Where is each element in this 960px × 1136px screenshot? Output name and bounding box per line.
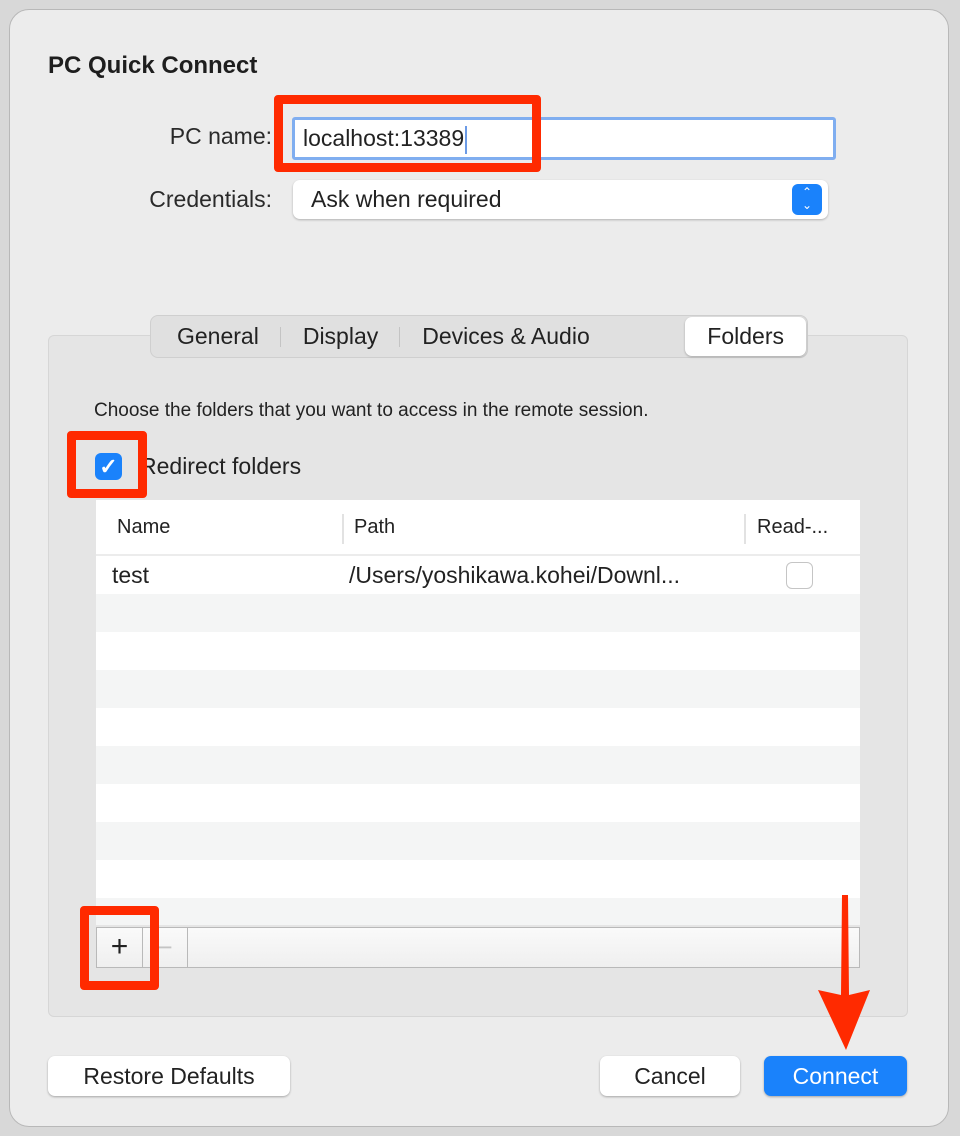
credentials-label: Credentials:	[149, 186, 272, 212]
annotation-highlight-box	[80, 906, 159, 990]
folders-table: Name Path Read-... test /Users/yoshikawa…	[96, 500, 860, 925]
cancel-button[interactable]: Cancel	[600, 1056, 740, 1096]
annotation-highlight-box	[67, 431, 147, 498]
dialog-title: PC Quick Connect	[48, 52, 258, 79]
empty-row	[96, 594, 860, 632]
empty-row	[96, 822, 860, 860]
table-row[interactable]: test /Users/yoshikawa.kohei/Downl...	[96, 556, 860, 594]
tab-general[interactable]: General	[151, 317, 281, 356]
empty-row	[96, 670, 860, 708]
folders-description: Choose the folders that you want to acce…	[94, 400, 649, 421]
folder-path: /Users/yoshikawa.kohei/Downl...	[349, 562, 681, 588]
column-header-read-only[interactable]: Read-...	[757, 500, 828, 555]
tab-folders[interactable]: Folders	[685, 317, 806, 356]
empty-row	[96, 746, 860, 784]
table-toolbar	[187, 927, 860, 968]
tab-devices-audio[interactable]: Devices & Audio	[400, 317, 611, 356]
redirect-folders-label: Redirect folders	[140, 453, 302, 479]
column-header-path[interactable]: Path	[354, 500, 395, 555]
tab-bar: General Display Devices & Audio Folders	[150, 315, 808, 358]
empty-row	[96, 898, 860, 925]
annotation-highlight-box	[274, 95, 541, 172]
restore-defaults-button[interactable]: Restore Defaults	[48, 1056, 290, 1096]
column-divider[interactable]	[342, 514, 344, 544]
column-header-name[interactable]: Name	[117, 500, 170, 555]
chevron-up-down-icon: ⌃ ⌄	[792, 184, 822, 215]
read-only-checkbox[interactable]	[786, 562, 813, 589]
pc-name-label: PC name:	[169, 123, 272, 149]
connect-button[interactable]: Connect	[764, 1056, 907, 1096]
column-divider[interactable]	[744, 514, 746, 544]
folder-name: test	[112, 562, 150, 588]
credentials-select[interactable]: Ask when required ⌃ ⌄	[293, 180, 828, 219]
tab-display[interactable]: Display	[281, 317, 401, 356]
credentials-value: Ask when required	[311, 186, 502, 212]
annotation-arrow-icon	[818, 895, 870, 1050]
